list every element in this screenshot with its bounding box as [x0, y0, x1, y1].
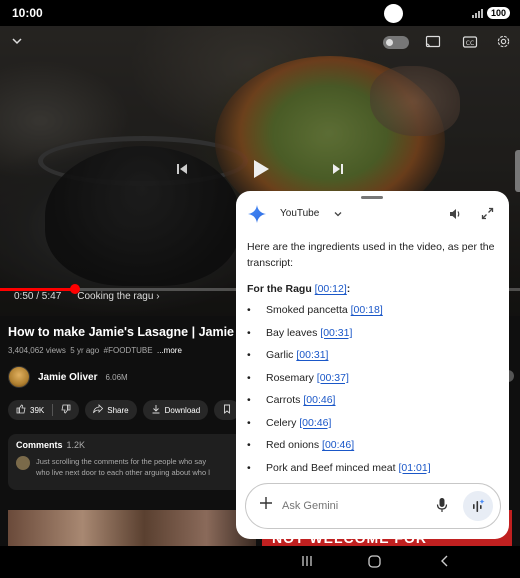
video-time-display: 0:50 / 5:47 Cooking the ragu ›: [14, 291, 160, 302]
more-link[interactable]: ...more: [157, 346, 182, 355]
plus-icon[interactable]: [258, 495, 274, 515]
expand-icon[interactable]: [481, 207, 494, 225]
system-nav-bar: [0, 546, 520, 578]
video-meta: 3,404,062 views 5 yr ago #FOODTUBE ...mo…: [8, 346, 182, 355]
ingredient-item: Red onions [00:46]: [247, 434, 501, 457]
section-heading: For the Ragu [00:12]:: [247, 283, 351, 295]
gemini-response: Here are the ingredients used in the vid…: [247, 239, 501, 477]
share-label: Share: [107, 405, 129, 415]
timestamp-link[interactable]: [00:18]: [351, 304, 383, 316]
gemini-input-bar: [245, 483, 501, 529]
extension-app-name[interactable]: YouTube: [280, 208, 319, 219]
subscriber-count: 6.06M: [105, 372, 128, 382]
next-video-icon[interactable]: [331, 162, 345, 181]
ingredient-item: Garlic [00:31]: [247, 344, 501, 367]
timestamp-link[interactable]: [01:01]: [399, 462, 431, 474]
time-readout: 0:50 / 5:47: [14, 291, 62, 302]
progress-fill: [0, 288, 75, 291]
channel-avatar[interactable]: [8, 366, 30, 388]
share-icon: [93, 404, 104, 416]
like-dislike-button[interactable]: 39K: [8, 400, 80, 420]
autoplay-toggle[interactable]: [383, 36, 409, 49]
back-icon[interactable]: [438, 554, 452, 573]
scrubber-handle[interactable]: [70, 284, 80, 294]
timestamp-link[interactable]: [00:31]: [320, 327, 352, 339]
ingredient-name: Carrots: [266, 394, 301, 406]
timestamp-link[interactable]: [00:37]: [317, 372, 349, 384]
download-label: Download: [164, 405, 201, 415]
status-bar: 10:00 100: [0, 0, 520, 26]
ingredient-item: Smoked pancetta [00:18]: [247, 299, 501, 322]
ingredient-item: Pork and Beef minced meat [01:01]: [247, 457, 501, 478]
ingredient-item: Bay leaves [00:31]: [247, 322, 501, 345]
timestamp-link[interactable]: [00:46]: [322, 439, 354, 451]
timestamp-link[interactable]: [00:46]: [303, 394, 335, 406]
status-icons: 100: [471, 7, 510, 19]
chapter-link[interactable]: Cooking the ragu ›: [77, 291, 159, 302]
download-button[interactable]: Download: [142, 400, 209, 420]
ingredient-name: Celery: [266, 416, 297, 429]
ingredient-name: Garlic: [266, 349, 294, 361]
channel-name[interactable]: Jamie Oliver: [38, 372, 97, 383]
recent-apps-icon[interactable]: [300, 554, 314, 573]
timestamp-link[interactable]: [00:12]: [315, 283, 347, 295]
minimize-chevron-icon[interactable]: [10, 34, 24, 53]
camera-cutout: [384, 4, 403, 23]
chevron-down-icon[interactable]: [332, 207, 344, 225]
gemini-live-button[interactable]: [463, 491, 493, 521]
timestamp-link[interactable]: [00:31]: [296, 349, 328, 361]
download-icon: [151, 404, 161, 416]
gemini-sparkle-icon: [248, 205, 266, 228]
play-icon[interactable]: [252, 159, 270, 184]
related-video-thumbnail[interactable]: [8, 510, 256, 546]
ingredient-name: Rosemary: [266, 371, 314, 384]
captions-icon[interactable]: CC: [462, 35, 478, 54]
cast-icon[interactable]: [425, 35, 441, 54]
ingredient-item: Celery [00:46]: [247, 412, 501, 435]
speaker-icon[interactable]: [448, 207, 462, 226]
ingredient-list: Smoked pancetta [00:18]Bay leaves [00:31…: [247, 299, 501, 477]
commenter-avatar: [16, 456, 30, 470]
ingredient-name: Smoked pancetta: [266, 304, 348, 316]
previous-video-icon[interactable]: [175, 162, 189, 181]
ingredient-name: Pork and Beef minced meat: [266, 461, 396, 474]
comments-count: 1.2K: [66, 440, 86, 450]
settings-gear-icon[interactable]: [496, 34, 511, 54]
home-icon[interactable]: [367, 554, 382, 574]
thumbs-up-icon[interactable]: [16, 404, 26, 416]
drag-handle[interactable]: [361, 196, 383, 199]
gemini-header: YouTube: [236, 203, 509, 227]
top-comment: Just scrolling the comments for the peop…: [36, 457, 210, 477]
share-button[interactable]: Share: [85, 400, 137, 420]
microphone-icon[interactable]: [435, 497, 449, 518]
timestamp-link[interactable]: [00:46]: [299, 417, 331, 429]
channel-row[interactable]: Jamie Oliver 6.06M: [8, 366, 128, 388]
ingredient-name: Red onions: [266, 439, 320, 451]
ingredient-item: Carrots [00:46]: [247, 389, 501, 412]
svg-text:CC: CC: [466, 40, 474, 47]
ask-gemini-input[interactable]: [282, 500, 422, 512]
video-title[interactable]: How to make Jamie's Lasagne | Jamie Ol: [8, 325, 251, 339]
response-intro: Here are the ingredients used in the vid…: [247, 241, 495, 269]
battery-icon: 100: [486, 7, 510, 19]
action-bar: 39K Share Download: [8, 400, 241, 420]
bookmark-icon: [222, 404, 232, 416]
like-count: 39K: [30, 405, 45, 415]
signal-icon: [471, 8, 483, 18]
thumbs-down-icon[interactable]: [61, 404, 71, 416]
edge-panel-handle[interactable]: [515, 150, 520, 192]
ingredient-name: Bay leaves: [266, 326, 318, 339]
live-waveform-icon: [473, 499, 485, 512]
ingredient-item: Rosemary [00:37]: [247, 367, 501, 390]
status-time: 10:00: [12, 6, 43, 20]
gemini-panel: YouTube Here are the ingredients used in…: [236, 191, 509, 539]
